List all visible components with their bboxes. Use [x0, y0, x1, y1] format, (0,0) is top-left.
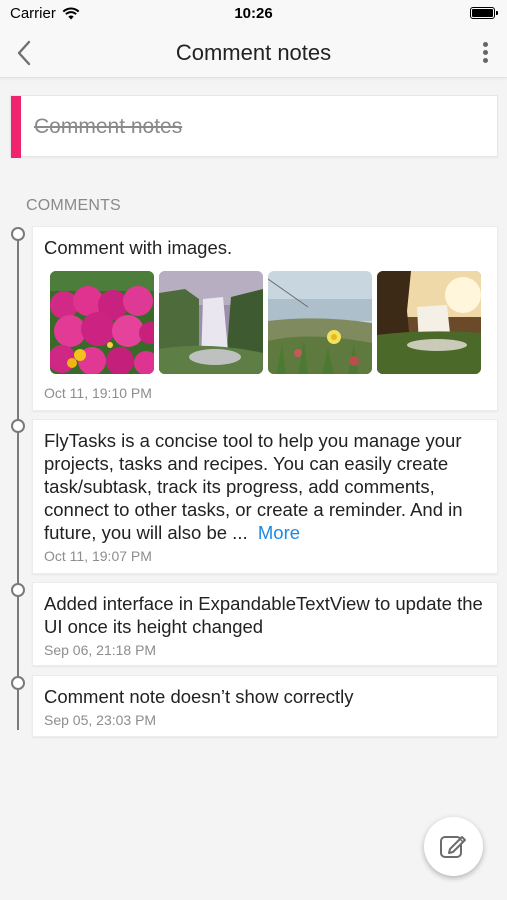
waterfall-sunset-photo: [377, 271, 481, 374]
flowers-photo: [50, 271, 154, 374]
comment-text-block: FlyTasks is a concise tool to help you m…: [44, 429, 487, 544]
comment-notes-screen: Carrier 10:26 Comment notes Comment note…: [0, 0, 507, 900]
comment-timestamp: Sep 05, 23:03 PM: [44, 712, 157, 728]
timeline-dot: [11, 676, 25, 690]
comments-section-label: COMMENTS: [26, 197, 121, 214]
more-vertical-icon: [482, 42, 488, 47]
comment-timestamp: Oct 11, 19:07 PM: [44, 548, 152, 564]
comment-card[interactable]: FlyTasks is a concise tool to help you m…: [32, 419, 498, 574]
note-title: Comment notes: [34, 115, 183, 138]
comment-image[interactable]: [159, 271, 263, 374]
note-card[interactable]: Comment notes: [10, 95, 498, 158]
more-link[interactable]: More: [258, 522, 300, 543]
comment-text: Comment note doesn’t show correctly: [44, 686, 354, 707]
comment-timestamp: Oct 11, 19:10 PM: [44, 385, 152, 401]
comment-card[interactable]: Added interface in ExpandableTextView to…: [32, 582, 498, 666]
comment-image[interactable]: [50, 271, 154, 374]
comment-card[interactable]: Comment with images. Oct 11, 19:10 PM: [32, 226, 498, 411]
edit-note-icon: [440, 836, 466, 858]
note-color-bar: [11, 96, 21, 158]
comment-image[interactable]: [268, 271, 372, 374]
comment-timestamp: Sep 06, 21:18 PM: [44, 642, 157, 658]
timeline-dot: [11, 227, 25, 241]
comment-text: FlyTasks is a concise tool to help you m…: [44, 430, 463, 543]
comment-text: Comment with images.: [44, 237, 233, 258]
timeline-line: [17, 234, 19, 730]
battery-icon: [470, 7, 498, 19]
comment-image[interactable]: [377, 271, 481, 374]
waterfall-photo: [159, 271, 263, 374]
status-bar: Carrier 10:26: [0, 0, 507, 28]
comment-text: Added interface in ExpandableTextView to…: [44, 593, 483, 637]
seaside-flower-photo: [268, 271, 372, 374]
add-comment-button[interactable]: [424, 817, 483, 876]
comment-card[interactable]: Comment note doesn’t show correctly Sep …: [32, 675, 498, 737]
more-options-button[interactable]: [477, 39, 493, 67]
timeline-dot: [11, 419, 25, 433]
status-time: 10:26: [234, 5, 273, 22]
comment-image-gallery: [50, 271, 481, 374]
page-title: Comment notes: [175, 40, 332, 65]
timeline-dot: [11, 583, 25, 597]
navigation-bar: Comment notes: [0, 28, 507, 78]
